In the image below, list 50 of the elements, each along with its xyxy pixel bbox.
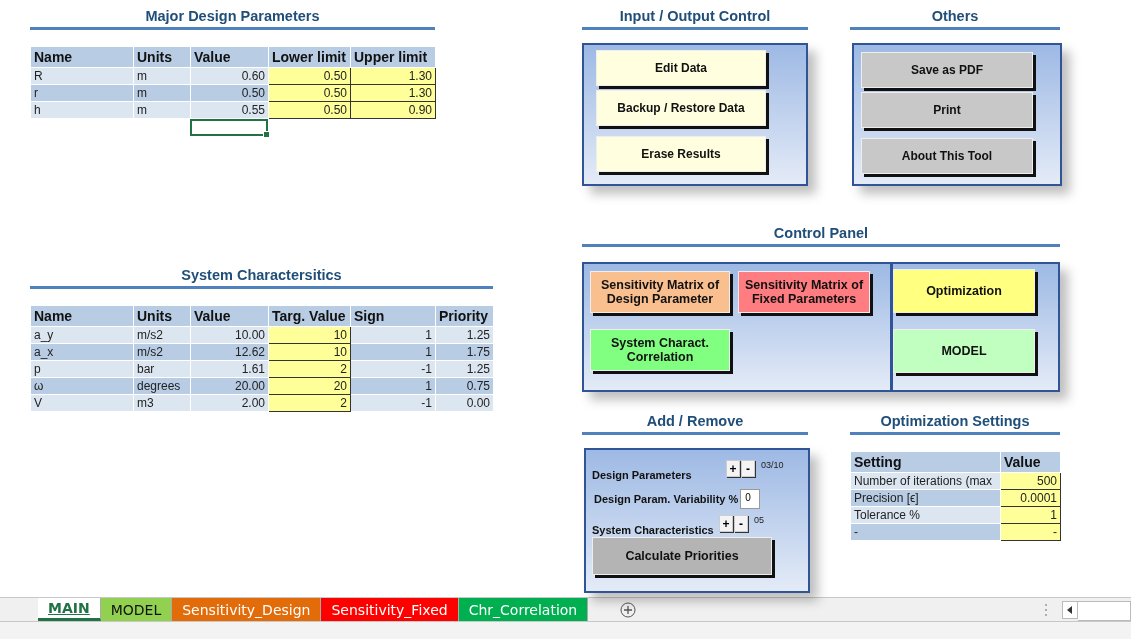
action-button[interactable]: Sensitivity Matrix of Design Parameter (590, 271, 730, 313)
column-header: Name (30, 46, 134, 68)
column-header: Name (30, 305, 134, 327)
action-button[interactable]: MODEL (893, 329, 1035, 373)
field-label: System Characteristics (592, 524, 715, 536)
column-header: Targ. Value (268, 305, 351, 327)
column-header: Units (133, 46, 191, 68)
sheet-tab[interactable]: MODEL (100, 598, 173, 621)
column-header: Value (190, 305, 269, 327)
active-cell[interactable] (190, 119, 268, 136)
action-button[interactable]: Backup / Restore Data (596, 90, 766, 126)
count-text: 05 (754, 515, 764, 525)
section-title: Input / Output Control (582, 6, 808, 30)
column-header: Sign (350, 305, 436, 327)
action-button[interactable]: System Charact. Correlation (590, 329, 730, 371)
column-header: Value (190, 46, 269, 68)
field-label: Design Param. Variability % (594, 493, 739, 505)
column-header: Lower limit (268, 46, 351, 68)
left-arrow-icon (1067, 606, 1073, 614)
calculate-button[interactable]: Calculate Priorities (592, 537, 772, 575)
section-title: Optimization Settings (850, 411, 1060, 435)
action-button[interactable]: Edit Data (596, 50, 766, 86)
column-header: Setting (850, 451, 1001, 473)
horizontal-scrollbar[interactable] (1078, 601, 1131, 621)
input-field[interactable]: 0 (740, 489, 761, 509)
action-button[interactable]: Print (861, 92, 1033, 128)
action-button[interactable]: Optimization (893, 269, 1035, 313)
sheet-tab[interactable]: MAIN (38, 598, 101, 621)
action-button[interactable]: Sensitivity Matrix of Fixed Parameters (738, 271, 870, 313)
action-button[interactable]: Save as PDF (861, 52, 1033, 88)
add-button[interactable]: + (719, 515, 733, 532)
action-button[interactable]: About This Tool (861, 138, 1033, 174)
column-header: Value (1000, 451, 1061, 473)
scroll-left-button[interactable] (1062, 601, 1078, 619)
column-header: Units (133, 305, 191, 327)
remove-button[interactable]: - (741, 460, 755, 477)
action-button[interactable]: Erase Results (596, 136, 766, 172)
section-title: System Charactersitics (30, 265, 493, 289)
section-title: Control Panel (582, 223, 1060, 247)
add-button[interactable]: + (726, 460, 740, 477)
add-sheet-icon[interactable] (620, 602, 637, 618)
section-title: Others (850, 6, 1060, 30)
column-header: Upper limit (350, 46, 436, 68)
field-label: Design Parameters (592, 469, 693, 481)
column-header: Priority (435, 305, 494, 327)
section-title: Add / Remove (582, 411, 808, 435)
remove-button[interactable]: - (734, 515, 748, 532)
count-text: 03/10 (761, 460, 784, 470)
sheet-tab[interactable]: Sensitivity_Fixed (321, 598, 459, 621)
section-title: Major Design Parameters (30, 6, 435, 30)
